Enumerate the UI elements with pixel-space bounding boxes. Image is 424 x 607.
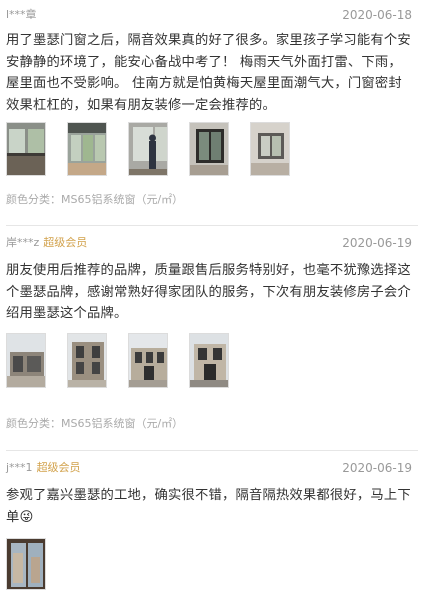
vip-badge: 超级会员 (43, 236, 88, 249)
review-date: 2020-06-19 (342, 236, 412, 250)
review-photo-3[interactable] (128, 332, 168, 388)
review-header: 岸***z 超级会员 2020-06-19 (6, 226, 418, 260)
reviewer-name: j***1 (6, 461, 33, 474)
reviewer-name: 岸***z (6, 236, 40, 249)
review-item: 岸***z 超级会员 2020-06-19 朋友使用后推荐的品牌，质量跟售后服务特… (0, 226, 424, 451)
review-photos (6, 538, 418, 590)
review-photo-4[interactable] (189, 332, 229, 388)
reviewer-name: l***章 (6, 8, 37, 21)
review-photo-1[interactable] (6, 122, 46, 176)
color-category: 颜色分类：MS65铝系统窗（元/㎡） (6, 193, 184, 206)
review-photos (6, 332, 418, 388)
review-text: 用了墨瑟门窗之后，隔音效果真的好了很多。家里孩子学习能有个安安静静的环境了，能安… (6, 33, 411, 113)
review-item: l***章 2020-06-18 用了墨瑟门窗之后，隔音效果真的好了很多。家里孩… (0, 0, 424, 226)
review-photo-2[interactable] (67, 332, 107, 388)
review-text: 参观了嘉兴墨瑟的工地，确实很不错，隔音隔热效果都很好，马上下单😜 (6, 488, 411, 525)
review-photo-2[interactable] (67, 122, 107, 176)
review-photo-4[interactable] (189, 122, 229, 176)
review-photo-5[interactable] (250, 122, 290, 176)
review-date: 2020-06-18 (342, 8, 412, 22)
review-header: j***1 超级会员 2020-06-19 (6, 451, 418, 485)
review-photo-1[interactable] (6, 538, 46, 590)
color-category: 颜色分类：MS65铝系统窗（元/㎡） (6, 417, 184, 430)
review-item: j***1 超级会员 2020-06-19 参观了嘉兴墨瑟的工地，确实很不错，隔音… (0, 451, 424, 607)
review-header: l***章 2020-06-18 (6, 0, 418, 30)
review-photo-3[interactable] (128, 122, 168, 176)
review-photo-1[interactable] (6, 332, 46, 388)
vip-badge: 超级会员 (36, 461, 81, 474)
review-text: 朋友使用后推荐的品牌，质量跟售后服务特别好，也毫不犹豫选择这个墨瑟品牌，感谢常熟… (6, 263, 411, 321)
review-photos (6, 122, 418, 176)
review-date: 2020-06-19 (342, 461, 412, 475)
